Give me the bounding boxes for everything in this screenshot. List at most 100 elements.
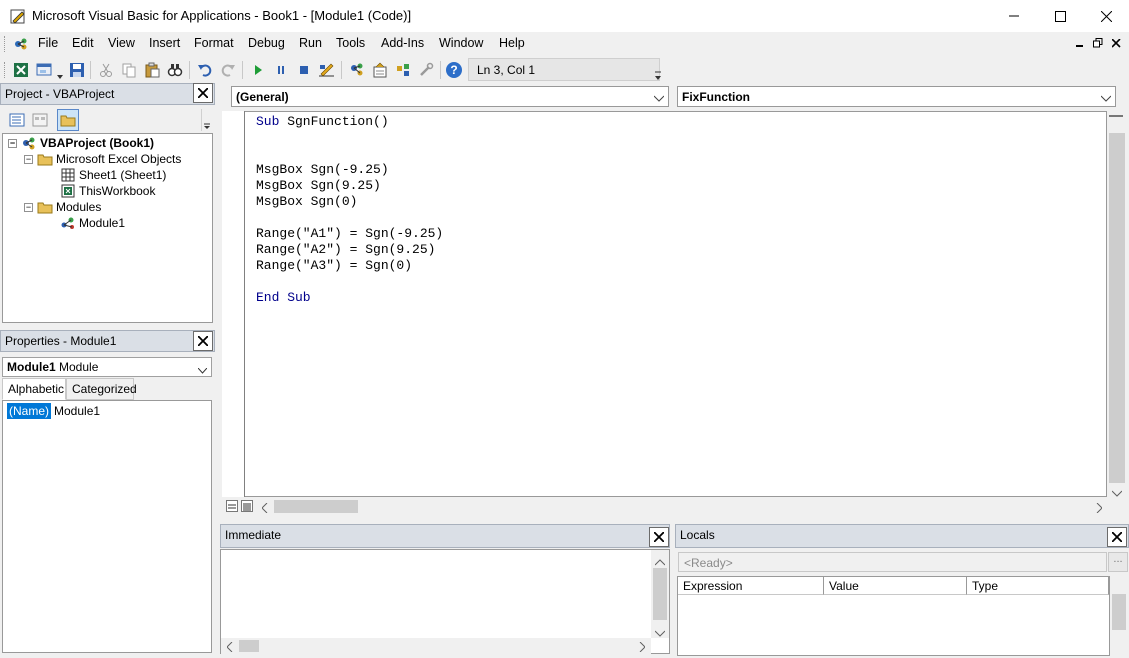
toolbox-icon[interactable] xyxy=(415,59,437,81)
properties-pane-close-button[interactable] xyxy=(193,331,213,351)
toolbar-grip[interactable] xyxy=(4,62,7,78)
object-selector-combo[interactable]: Module1 Module xyxy=(2,357,212,377)
scroll-down-icon[interactable] xyxy=(654,626,666,640)
procedure-combo[interactable]: FixFunction xyxy=(677,86,1116,107)
tree-vbaproject[interactable]: − VBAProject (Book1) xyxy=(8,135,154,151)
menu-debug[interactable]: Debug xyxy=(246,36,287,50)
view-object-icon[interactable] xyxy=(29,109,51,131)
locals-vertical-scrollbar[interactable] xyxy=(1110,576,1128,656)
project-pane-close-button[interactable] xyxy=(193,83,213,103)
find-icon[interactable] xyxy=(164,59,186,81)
reset-icon[interactable] xyxy=(293,59,315,81)
code-line[interactable] xyxy=(256,274,443,290)
menu-view[interactable]: View xyxy=(106,36,137,50)
cut-icon[interactable] xyxy=(95,59,117,81)
scroll-down-icon[interactable] xyxy=(1111,486,1123,500)
property-row[interactable]: (Name) Module1 xyxy=(7,403,100,419)
immediate-pane-close-button[interactable] xyxy=(649,527,669,547)
code-line[interactable]: End Sub xyxy=(256,290,443,306)
code-line[interactable]: Range("A2") = Sgn(9.25) xyxy=(256,242,443,258)
object-browser-icon[interactable] xyxy=(392,59,414,81)
tree-excel-objects[interactable]: − Microsoft Excel Objects xyxy=(24,151,181,167)
tab-alphabetic[interactable]: Alphabetic xyxy=(2,378,66,400)
immediate-vscroll-thumb[interactable] xyxy=(653,568,667,620)
view-excel-icon[interactable] xyxy=(10,59,32,81)
view-code-icon[interactable] xyxy=(6,109,28,131)
immediate-horizontal-scrollbar[interactable] xyxy=(221,638,651,654)
properties-window-icon[interactable] xyxy=(369,59,391,81)
copy-icon[interactable] xyxy=(118,59,140,81)
menu-insert[interactable]: Insert xyxy=(147,36,182,50)
scroll-right-icon[interactable] xyxy=(1096,502,1103,516)
tree-modules[interactable]: − Modules xyxy=(24,199,101,215)
object-combo[interactable]: (General) xyxy=(231,86,669,107)
property-name[interactable]: (Name) xyxy=(7,403,52,419)
column-header-type[interactable]: Type xyxy=(967,577,1109,595)
scroll-right-icon[interactable] xyxy=(639,641,646,655)
code-line[interactable] xyxy=(256,146,443,162)
code-line[interactable] xyxy=(256,210,443,226)
scroll-left-icon[interactable] xyxy=(261,502,268,516)
code-vscroll-thumb[interactable] xyxy=(1109,133,1125,483)
project-explorer-icon[interactable] xyxy=(346,59,368,81)
menu-file[interactable]: File xyxy=(36,36,60,50)
tree-thisworkbook[interactable]: ThisWorkbook xyxy=(60,183,155,199)
menu-help[interactable]: Help xyxy=(497,36,527,50)
property-value[interactable]: Module1 xyxy=(51,403,100,419)
immediate-window[interactable] xyxy=(220,549,670,654)
code-text[interactable]: Sub SgnFunction() MsgBox Sgn(-9.25) MsgBo… xyxy=(256,114,443,306)
code-horizontal-scrollbar[interactable] xyxy=(222,497,1107,516)
code-line[interactable]: Range("A1") = Sgn(-9.25) xyxy=(256,226,443,242)
help-icon[interactable]: ? xyxy=(443,59,465,81)
project-toolbar-overflow[interactable] xyxy=(201,109,213,131)
menu-run[interactable]: Run xyxy=(297,36,324,50)
immediate-hscroll-thumb[interactable] xyxy=(239,640,259,652)
toggle-folders-icon[interactable] xyxy=(57,109,79,131)
undo-icon[interactable] xyxy=(194,59,216,81)
close-window-button[interactable] xyxy=(1083,0,1129,32)
code-hscroll-thumb[interactable] xyxy=(274,500,358,513)
column-header-value[interactable]: Value xyxy=(824,577,967,595)
menubar-grip[interactable] xyxy=(4,36,7,52)
procedure-view-icon[interactable] xyxy=(226,500,238,512)
menu-edit[interactable]: Edit xyxy=(70,36,96,50)
insert-userform-icon[interactable] xyxy=(34,59,56,81)
tree-module1[interactable]: Module1 xyxy=(60,215,125,231)
collapse-icon[interactable]: − xyxy=(24,202,33,212)
redo-icon[interactable] xyxy=(217,59,239,81)
menu-window[interactable]: Window xyxy=(437,36,485,50)
code-margin-indicator-bar[interactable] xyxy=(222,111,245,497)
insert-dropdown-icon[interactable] xyxy=(57,68,63,82)
code-line[interactable]: MsgBox Sgn(-9.25) xyxy=(256,162,443,178)
scroll-left-icon[interactable] xyxy=(226,641,233,655)
chevron-down-icon[interactable] xyxy=(197,363,208,377)
paste-icon[interactable] xyxy=(141,59,163,81)
menu-add-ins[interactable]: Add-Ins xyxy=(379,36,426,50)
code-line[interactable]: MsgBox Sgn(9.25) xyxy=(256,178,443,194)
run-icon[interactable] xyxy=(247,59,269,81)
mdi-close-button[interactable] xyxy=(1111,37,1121,51)
menu-tools[interactable]: Tools xyxy=(334,36,367,50)
chevron-down-icon[interactable] xyxy=(1100,91,1112,105)
menu-format[interactable]: Format xyxy=(192,36,236,50)
break-icon[interactable] xyxy=(270,59,292,81)
vba-project-icon[interactable] xyxy=(12,36,30,52)
scroll-up-icon[interactable] xyxy=(654,555,666,569)
save-icon[interactable] xyxy=(66,59,88,81)
design-mode-icon[interactable] xyxy=(316,59,338,81)
maximize-button[interactable] xyxy=(1037,0,1083,32)
split-bar-handle[interactable] xyxy=(1109,115,1123,117)
toolbar-options-icon[interactable] xyxy=(654,70,662,82)
code-line[interactable]: Sub SgnFunction() xyxy=(256,114,443,130)
code-line[interactable]: Range("A3") = Sgn(0) xyxy=(256,258,443,274)
full-module-view-icon[interactable] xyxy=(241,500,253,512)
tree-sheet1[interactable]: Sheet1 (Sheet1) xyxy=(60,167,166,183)
locals-pane-close-button[interactable] xyxy=(1107,527,1127,547)
code-line[interactable]: MsgBox Sgn(0) xyxy=(256,194,443,210)
column-header-expression[interactable]: Expression xyxy=(678,577,824,595)
collapse-icon[interactable]: − xyxy=(24,154,33,164)
chevron-down-icon[interactable] xyxy=(653,91,665,105)
mdi-restore-button[interactable] xyxy=(1093,37,1103,51)
code-vertical-scrollbar[interactable] xyxy=(1107,111,1127,497)
locals-vscroll-thumb[interactable] xyxy=(1112,594,1126,630)
